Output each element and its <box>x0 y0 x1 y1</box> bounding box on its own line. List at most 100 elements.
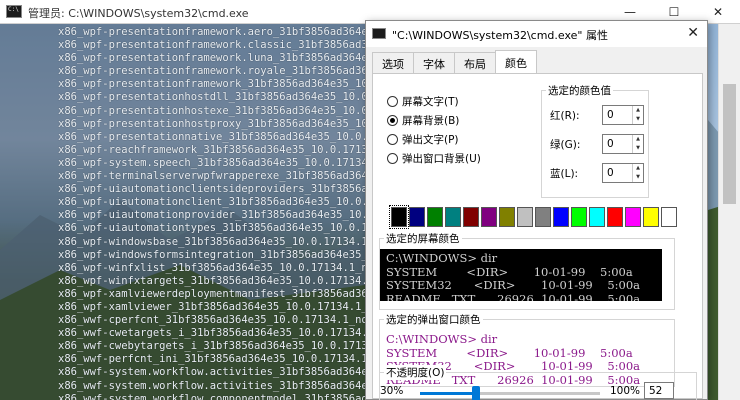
console-line: x86_wpf-terminalserverwpfwrapperexe_31bf… <box>58 170 365 183</box>
spin-down-icon[interactable]: ▼ <box>633 115 643 124</box>
console-line: x86_wpf-winfxtargets_31bf3856ad364e35_10… <box>58 274 365 287</box>
cmd-scrollbar[interactable] <box>718 24 740 400</box>
console-line: x86_wpf-presentationframework.aero_31bf3… <box>58 26 365 38</box>
console-line: x86_wpf-system.speech_31bf3856ad364e35_1… <box>58 156 365 169</box>
blue-value[interactable]: 0 <box>603 164 632 182</box>
color-swatch[interactable] <box>445 207 461 227</box>
console-line: x86_wpf-presentationnative_31bf3856ad364… <box>58 130 365 143</box>
color-swatch[interactable] <box>571 207 587 227</box>
console-line: x86_wpf-windowsbase_31bf3856ad364e35_10.… <box>58 235 365 248</box>
radio-label: 弹出窗口背景(U) <box>402 153 481 165</box>
console-line: x86_wpf-windowsformsintegration_31bf3856… <box>58 248 365 261</box>
console-line: x86_wpf-xamlviewer_31bf3856ad364e35_10.0… <box>58 300 365 313</box>
console-line: x86_wpf-presentationhostdll_31bf3856ad36… <box>58 91 365 104</box>
cmd-app-icon <box>6 5 22 18</box>
radio-popup-background[interactable]: 弹出窗口背景(U) <box>387 151 481 166</box>
console-line: x86_wwf-cwebytargets_i_31bf3856ad364e35_… <box>58 340 365 353</box>
console-line: x86_wwf-system.workflow.activities_31bf3… <box>58 366 365 379</box>
console-line: x86_wpf-uiautomationclientsideproviders_… <box>58 183 365 196</box>
console-line: x86_wpf-presentationframework.luna_31bf3… <box>58 52 365 65</box>
spin-up-icon[interactable]: ▲ <box>633 106 643 115</box>
radio-label: 屏幕背景(B) <box>402 115 460 127</box>
console-line: x86_wpf-xamlviewerdeploymentmanifest_31b… <box>58 287 365 300</box>
console-line: x86_wpf-reachframework_31bf3856ad364e35_… <box>58 143 365 156</box>
preview-line: README TXT 26926 10-01-99 5:00a <box>386 291 641 301</box>
console-line: x86_wwf-cperfcnt_31bf3856ad364e35_10.0.1… <box>58 314 365 327</box>
color-swatch[interactable] <box>499 207 515 227</box>
colors-panel: 屏幕文字(T) 屏幕背景(B) 弹出文字(P) 弹出窗口背景(U) 选定的颜色值… <box>372 73 703 400</box>
dialog-titlebar[interactable]: "C:\WINDOWS\system32\cmd.exe" 属性 ✕ <box>366 21 707 47</box>
close-icon[interactable]: ✕ <box>687 25 699 41</box>
radio-screen-background[interactable]: 屏幕背景(B) <box>387 113 459 128</box>
opacity-min-label: 30% <box>380 385 404 397</box>
console-line: x86_wpf-winfxlist_31bf3856ad364e35_10.0.… <box>58 261 365 274</box>
console-line: x86_wpf-presentationframework_31bf3856ad… <box>58 78 365 91</box>
spin-up-icon[interactable]: ▲ <box>633 164 643 173</box>
scrollbar-thumb[interactable] <box>723 84 736 204</box>
color-swatch[interactable] <box>389 205 409 229</box>
tab-options[interactable]: 选项 <box>372 52 414 73</box>
color-swatch[interactable] <box>535 207 551 227</box>
preview-line: C:\WINDOWS> dir <box>386 251 498 265</box>
console-line: x86_wpf-uiautomationprovider_31bf3856ad3… <box>58 209 365 222</box>
green-row: 绿(G): 0 ▲ ▼ <box>550 134 644 154</box>
color-swatch[interactable] <box>463 207 479 227</box>
dialog-title: "C:\WINDOWS\system32\cmd.exe" 属性 <box>392 29 608 42</box>
blue-spinner[interactable]: 0 ▲ ▼ <box>602 163 644 183</box>
opacity-slider[interactable] <box>420 386 600 400</box>
opacity-value-input[interactable]: 52 <box>644 382 674 399</box>
tab-strip: 选项 字体 布局 颜色 <box>372 50 537 74</box>
tab-colors[interactable]: 颜色 <box>495 50 537 73</box>
group-legend: 选定的屏幕颜色 <box>384 231 462 246</box>
green-value[interactable]: 0 <box>603 135 632 153</box>
preview-line: SYSTEM <DIR> 10-01-99 5:00a <box>386 264 633 279</box>
console-line: x86_wpf-presentationhostexe_31bf3856ad36… <box>58 104 365 117</box>
cmd-output: x86_wpf-presentationframework.aero_31bf3… <box>58 26 365 400</box>
radio-screen-text[interactable]: 屏幕文字(T) <box>387 94 459 109</box>
color-swatch[interactable] <box>661 207 677 227</box>
color-swatch[interactable] <box>409 207 425 227</box>
cmd-console-area[interactable]: x86_wpf-presentationframework.aero_31bf3… <box>0 24 365 400</box>
screen-color-preview: C:\WINDOWS> dir SYSTEM <DIR> 10-01-99 5:0… <box>380 249 662 301</box>
console-line: x86_wwf-perfcnt_ini_31bf3856ad364e35_10.… <box>58 353 365 366</box>
color-swatch[interactable] <box>553 207 569 227</box>
color-swatch[interactable] <box>625 207 641 227</box>
radio-popup-text[interactable]: 弹出文字(P) <box>387 132 459 147</box>
green-spinner[interactable]: 0 ▲ ▼ <box>602 134 644 154</box>
preview-line: C:\WINDOWS> dir <box>386 332 498 346</box>
spin-up-icon[interactable]: ▲ <box>633 135 643 144</box>
red-spinner[interactable]: 0 ▲ ▼ <box>602 105 644 125</box>
color-swatch[interactable] <box>607 207 623 227</box>
red-value[interactable]: 0 <box>603 106 632 124</box>
blue-label: 蓝(L): <box>550 167 579 180</box>
properties-dialog: "C:\WINDOWS\system32\cmd.exe" 属性 ✕ 选项 字体… <box>365 20 708 400</box>
color-swatch[interactable] <box>643 207 659 227</box>
preview-line: SYSTEM32 <DIR> 10-01-99 5:00a <box>386 278 641 292</box>
color-swatch[interactable] <box>517 207 533 227</box>
slider-thumb[interactable] <box>471 386 480 400</box>
tab-layout[interactable]: 布局 <box>454 52 496 73</box>
radio-button[interactable] <box>387 96 398 107</box>
console-line: x86_wpf-presentationhostproxy_31bf3856ad… <box>58 117 365 130</box>
red-row: 红(R): 0 ▲ ▼ <box>550 105 644 125</box>
color-swatch[interactable] <box>481 207 497 227</box>
radio-button[interactable] <box>387 115 398 126</box>
spin-down-icon[interactable]: ▼ <box>633 173 643 182</box>
console-line: x86_wpf-uiautomationclient_31bf3856ad364… <box>58 196 365 209</box>
tab-font[interactable]: 字体 <box>413 52 455 73</box>
spin-down-icon[interactable]: ▼ <box>633 144 643 153</box>
radio-button[interactable] <box>387 153 398 164</box>
cmd-app-icon <box>372 28 386 39</box>
color-swatch[interactable] <box>589 207 605 227</box>
preview-line: SYSTEM <DIR> 10-01-99 5:00a <box>386 345 633 360</box>
cmd-window-title: 管理员: C:\WINDOWS\system32\cmd.exe <box>28 7 249 20</box>
selected-color-group: 选定的颜色值 红(R): 0 ▲ ▼ 绿(G): 0 ▲ ▼ 蓝(L): 0 ▲… <box>541 83 649 198</box>
screen-colors-group: 选定的屏幕颜色 C:\WINDOWS> dir SYSTEM <DIR> 10-0… <box>379 231 675 310</box>
green-label: 绿(G): <box>550 138 581 151</box>
opacity-row: 30% 100% 52 <box>380 382 698 400</box>
color-swatch[interactable] <box>427 207 443 227</box>
radio-button[interactable] <box>387 134 398 145</box>
group-legend: 不透明度(O) <box>384 365 447 380</box>
console-line: x86_wpf-presentationframework.classic_31… <box>58 39 365 52</box>
opacity-max-label: 100% <box>610 385 641 397</box>
